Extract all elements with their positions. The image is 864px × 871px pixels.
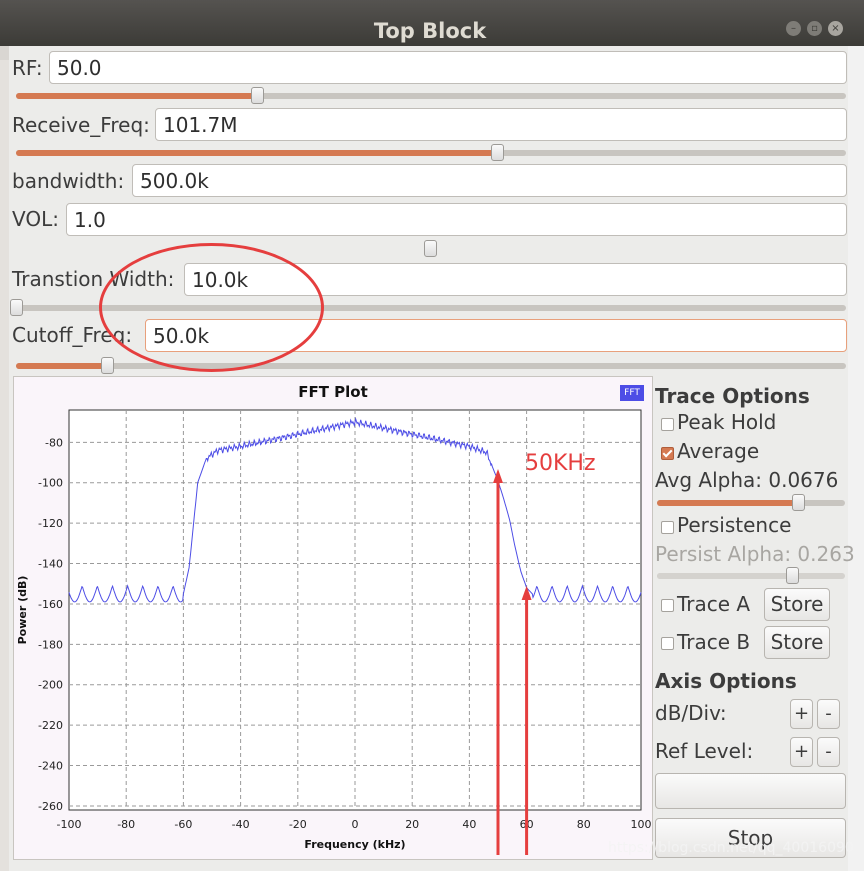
ref-level-minus-button[interactable]: - [817, 737, 840, 767]
vol-input[interactable]: 1.0 [66, 203, 847, 236]
background-window-left [0, 60, 9, 871]
cutoff-freq-slider[interactable] [16, 357, 846, 374]
y-tick-label: -100 [38, 477, 63, 490]
ref-level-plus-button[interactable]: + [790, 737, 813, 767]
close-icon[interactable]: × [828, 21, 843, 36]
persist-alpha-slider-fill [657, 573, 793, 579]
x-tick-label: 0 [352, 818, 359, 831]
y-tick-label: -260 [38, 800, 63, 813]
avg-alpha-label: Avg Alpha: 0.0676 [655, 468, 839, 492]
db-div-label: dB/Div: [655, 701, 727, 725]
annotation-circle [99, 243, 324, 372]
fft-plot-panel: FFT Plot FFT -100-80-60-40-2002040608010… [13, 376, 653, 860]
watermark: https://blog.csdn.net/qq_40016090 [608, 840, 854, 856]
average-checkbox[interactable] [661, 447, 674, 460]
vol-slider-knob[interactable] [424, 240, 437, 257]
ref-level-label: Ref Level: [655, 739, 754, 763]
rf-slider-knob[interactable] [250, 87, 264, 104]
receive-freq-slider[interactable] [16, 144, 846, 161]
blank-button[interactable] [655, 773, 846, 809]
rf-input[interactable]: 50.0 [49, 51, 847, 84]
trace-a-checkbox[interactable] [661, 599, 674, 612]
y-tick-label: -140 [38, 558, 63, 571]
y-tick-label: -200 [38, 679, 63, 692]
persistence-checkbox[interactable] [661, 521, 674, 534]
vol-label: VOL: [12, 207, 59, 231]
x-axis-label: Frequency (kHz) [304, 838, 405, 851]
db-div-minus-button[interactable]: - [817, 699, 840, 729]
transition-width-slider-knob[interactable] [10, 299, 23, 316]
y-tick-label: -180 [38, 638, 63, 651]
peak-hold-checkbox[interactable] [661, 418, 674, 431]
rf-label: RF: [12, 56, 43, 80]
annotation-50khz: 50KHz [525, 451, 596, 476]
persistence-label: Persistence [677, 513, 792, 537]
receive-freq-input[interactable]: 101.7M [155, 108, 847, 141]
receive-freq-slider-fill [16, 150, 498, 156]
fft-chart: -100-80-60-40-20020406080100-80-100-120-… [16, 409, 652, 855]
trace-a-label: Trace A [677, 592, 751, 616]
background-window-right [848, 46, 864, 871]
persist-alpha-label: Persist Alpha: 0.263 [655, 542, 855, 566]
trace-b-label: Trace B [677, 630, 751, 654]
trace-a-store-button[interactable]: Store [764, 588, 830, 621]
receive-freq-slider-knob[interactable] [491, 144, 505, 161]
axis-options-heading: Axis Options [655, 669, 797, 693]
avg-alpha-slider[interactable] [657, 494, 845, 511]
y-tick-label: -240 [38, 760, 63, 773]
db-div-plus-button[interactable]: + [790, 699, 813, 729]
x-tick-label: 20 [405, 818, 419, 831]
cutoff-freq-slider-knob[interactable] [101, 357, 115, 374]
y-axis-label: Power (dB) [16, 576, 29, 645]
x-tick-label: 40 [462, 818, 476, 831]
persist-alpha-slider-knob[interactable] [786, 567, 800, 584]
trace-b-checkbox[interactable] [661, 637, 674, 650]
avg-alpha-slider-fill [657, 500, 798, 506]
x-tick-label: 80 [577, 818, 591, 831]
persist-alpha-slider[interactable] [657, 567, 845, 584]
window-title: Top Block [373, 19, 487, 43]
bandwidth-input[interactable]: 500.0k [132, 164, 847, 197]
x-tick-label: -40 [232, 818, 250, 831]
x-tick-label: -20 [289, 818, 307, 831]
y-tick-label: -160 [38, 598, 63, 611]
x-tick-label: -100 [57, 818, 82, 831]
x-tick-label: 100 [631, 818, 652, 831]
bandwidth-label: bandwidth: [12, 169, 125, 193]
sidebar: Trace Options Peak Hold Average Avg Alph… [654, 376, 855, 871]
y-tick-label: -220 [38, 719, 63, 732]
minimize-icon[interactable]: – [786, 21, 801, 36]
window-titlebar: Top Block – ▫ × [0, 0, 864, 46]
trace-b-store-button[interactable]: Store [764, 626, 830, 659]
average-label: Average [677, 439, 760, 463]
y-tick-label: -80 [45, 436, 63, 449]
x-tick-label: -60 [174, 818, 192, 831]
trace-options-heading: Trace Options [655, 384, 810, 408]
cutoff-freq-slider-fill [16, 363, 108, 369]
receive-freq-label: Receive_Freq: [12, 113, 150, 137]
y-tick-label: -120 [38, 517, 63, 530]
peak-hold-label: Peak Hold [677, 410, 777, 434]
maximize-icon[interactable]: ▫ [807, 21, 822, 36]
avg-alpha-slider-knob[interactable] [792, 494, 805, 511]
x-tick-label: -80 [117, 818, 135, 831]
rf-slider[interactable] [16, 87, 846, 104]
rf-slider-fill [16, 93, 257, 99]
